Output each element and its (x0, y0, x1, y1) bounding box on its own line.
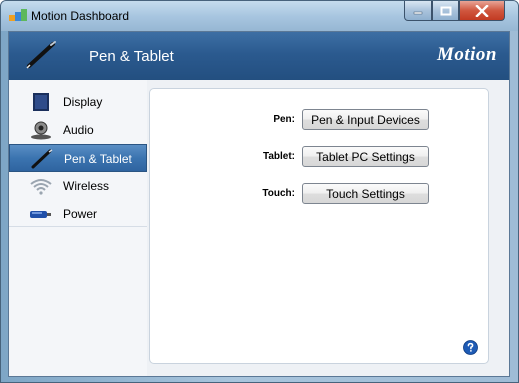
sidebar-nav: Display Audio Pen & Tablet Wireless Powe… (9, 88, 147, 228)
maximize-icon (440, 6, 451, 15)
section-title: Pen & Tablet (89, 48, 174, 65)
brand-logo: Motion (436, 44, 497, 65)
pen-input-devices-button[interactable]: Pen & Input Devices (302, 109, 429, 130)
tablet-row: Tablet: Tablet PC Settings (150, 146, 490, 168)
window-title: Motion Dashboard (31, 9, 130, 23)
main-area: Display Audio Pen & Tablet Wireless Powe… (9, 80, 509, 376)
tablet-label: Tablet: (262, 151, 295, 162)
audio-icon (31, 121, 51, 140)
wireless-icon (30, 179, 52, 195)
sidebar-item-label: Display (63, 95, 103, 109)
dashboard-client: Pen & Tablet Motion Display Audio Pen & … (8, 31, 510, 377)
sidebar-item-label: Wireless (63, 179, 110, 193)
sidebar-item-display[interactable]: Display (9, 88, 147, 116)
motion-app-icon (9, 9, 27, 21)
sidebar: Display Audio Pen & Tablet Wireless Powe… (9, 80, 147, 376)
pen-icon (26, 41, 56, 69)
minimize-button[interactable] (404, 1, 432, 21)
close-icon (475, 4, 489, 17)
sidebar-item-audio[interactable]: Audio (9, 116, 147, 144)
sidebar-item-pen-tablet[interactable]: Pen & Tablet (9, 144, 147, 172)
power-icon (30, 211, 51, 218)
section-header: Pen & Tablet Motion (9, 32, 509, 80)
pen-label: Pen: (273, 114, 295, 125)
sidebar-item-power[interactable]: Power (9, 200, 147, 228)
settings-panel: Pen: Pen & Input Devices Tablet: Tablet … (149, 88, 489, 364)
app-window: Motion Dashboard Pen & Tablet Motion Dis… (0, 0, 519, 383)
pen-icon (31, 149, 53, 169)
minimize-icon (413, 11, 423, 14)
sidebar-item-wireless[interactable]: Wireless (9, 172, 147, 200)
close-button[interactable] (459, 1, 505, 21)
title-bar[interactable]: Motion Dashboard (1, 1, 518, 31)
sidebar-item-label: Audio (63, 123, 94, 137)
sidebar-item-label: Pen & Tablet (64, 152, 132, 166)
display-icon (33, 93, 49, 111)
pen-row: Pen: Pen & Input Devices (150, 109, 490, 131)
tablet-pc-settings-button[interactable]: Tablet PC Settings (302, 146, 429, 167)
maximize-button[interactable] (432, 1, 459, 21)
touch-settings-button[interactable]: Touch Settings (302, 183, 429, 204)
touch-label: Touch: (262, 188, 295, 199)
sidebar-divider (9, 226, 147, 227)
sidebar-item-label: Power (63, 207, 98, 221)
help-icon[interactable] (463, 340, 478, 355)
touch-row: Touch: Touch Settings (150, 183, 490, 205)
